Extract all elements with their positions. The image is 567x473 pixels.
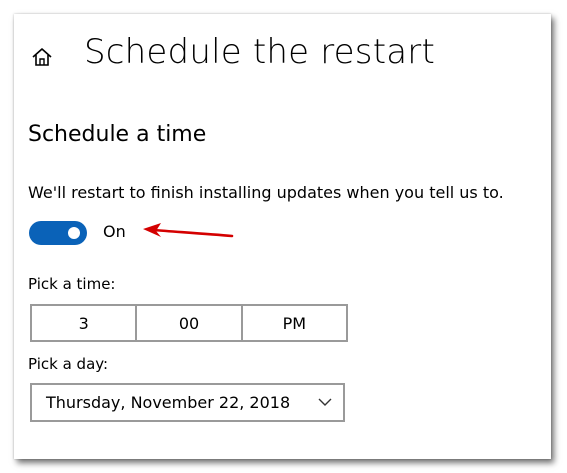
settings-panel: Schedule the restart Schedule a time We'… (14, 14, 551, 459)
pick-day-label: Pick a day: (28, 355, 109, 373)
hour-selector[interactable]: 3 (32, 306, 135, 340)
period-selector[interactable]: PM (240, 306, 346, 340)
red-arrow-annotation (143, 223, 234, 238)
day-dropdown[interactable]: Thursday, November 22, 2018 (30, 383, 345, 422)
chevron-down-icon (318, 398, 332, 406)
day-dropdown-value: Thursday, November 22, 2018 (46, 393, 291, 412)
pick-time-label: Pick a time: (28, 275, 116, 293)
page-title: Schedule the restart (84, 32, 435, 72)
toggle-state-label: On (103, 222, 126, 241)
restart-schedule-toggle[interactable] (29, 221, 87, 245)
section-description: We'll restart to finish installing updat… (28, 183, 504, 202)
toggle-knob (68, 227, 80, 239)
section-title: Schedule a time (28, 122, 207, 147)
home-icon[interactable] (31, 46, 53, 68)
time-picker[interactable]: 3 00 PM (30, 304, 348, 342)
minute-selector[interactable]: 00 (135, 306, 240, 340)
